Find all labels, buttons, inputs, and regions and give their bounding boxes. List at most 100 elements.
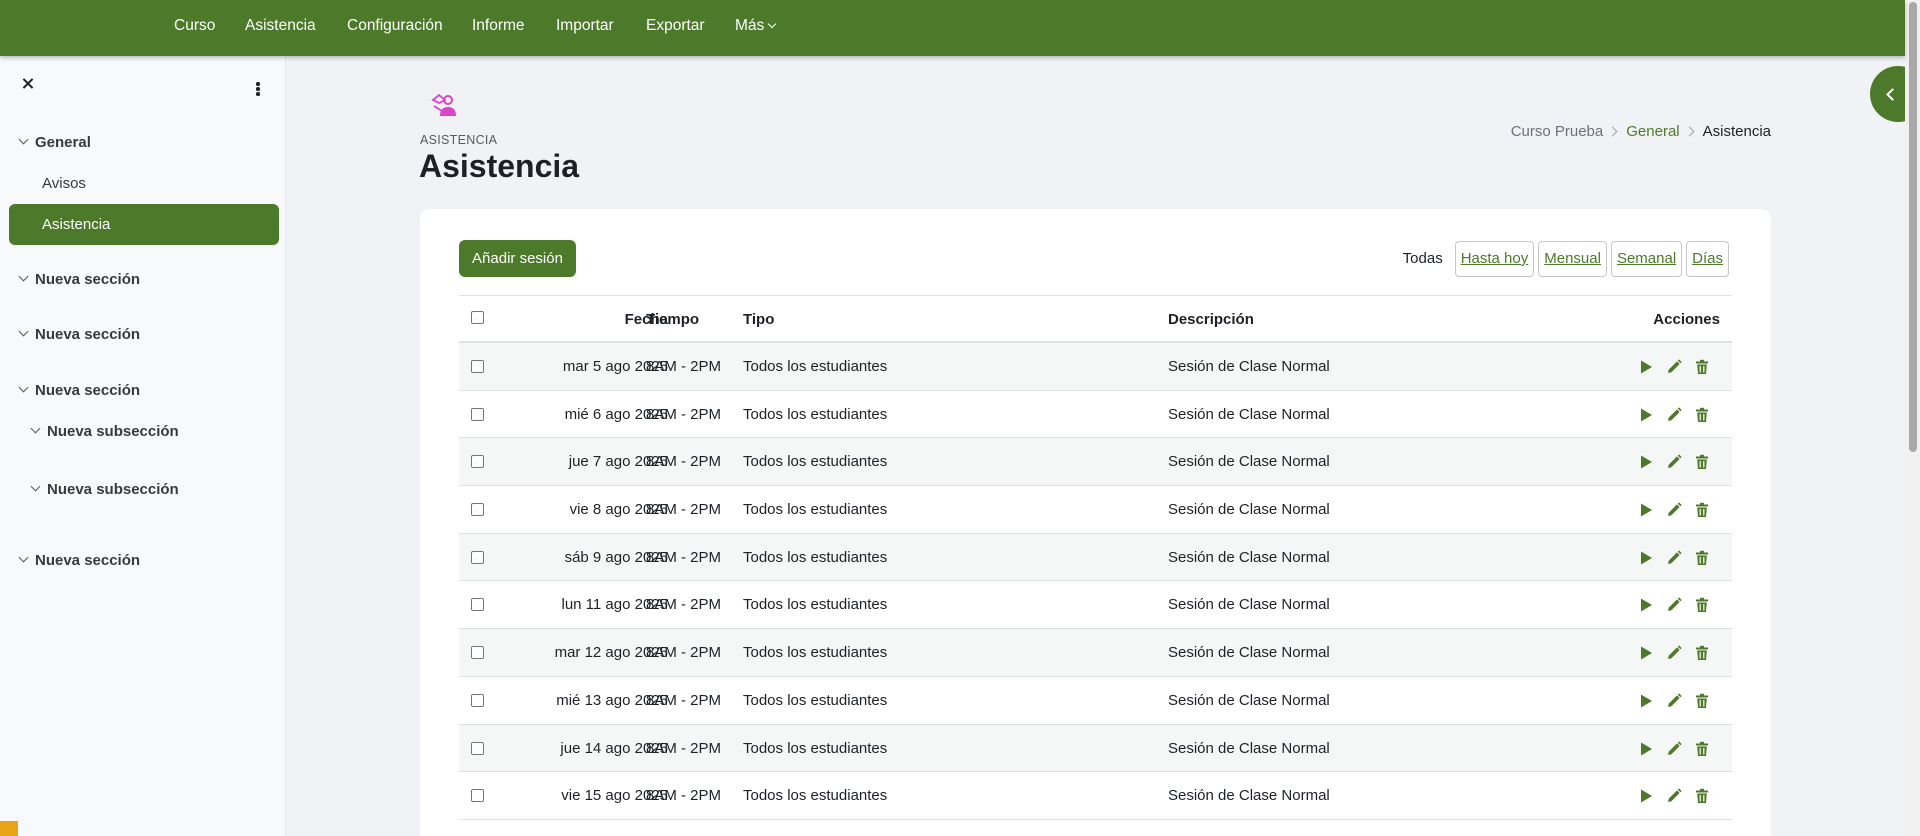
section-general[interactable]: General xyxy=(18,134,91,151)
subsection-2[interactable]: Nueva subsección xyxy=(30,481,179,498)
section-nueva-4[interactable]: Nueva sección xyxy=(18,552,141,569)
session-type: Todos los estudiantes xyxy=(743,548,888,566)
drawer-item-asistencia[interactable]: Asistencia xyxy=(9,204,279,245)
close-icon[interactable] xyxy=(20,76,36,92)
row-checkbox[interactable] xyxy=(471,550,484,564)
breadcrumb-section[interactable]: General xyxy=(1626,123,1679,140)
row-actions xyxy=(1638,407,1710,423)
row-checkbox[interactable] xyxy=(471,789,484,803)
breadcrumb-course[interactable]: Curso Prueba xyxy=(1511,123,1604,140)
chevron-down-icon xyxy=(30,423,41,434)
session-type: Todos los estudiantes xyxy=(743,691,888,709)
sessions-table: Fecha Tiempo Tipo Descripción Acciones m… xyxy=(459,295,1732,820)
pencil-icon[interactable] xyxy=(1666,597,1682,613)
session-time: 8AM - 2PM xyxy=(646,548,722,566)
col-description-header[interactable]: Descripción xyxy=(1168,296,1254,343)
row-checkbox[interactable] xyxy=(471,598,484,612)
session-type: Todos los estudiantes xyxy=(743,405,888,423)
play-icon[interactable] xyxy=(1638,502,1654,518)
pencil-icon[interactable] xyxy=(1666,740,1682,757)
add-session-button[interactable]: Añadir sesión xyxy=(459,240,576,277)
attendance-icon xyxy=(431,93,456,116)
play-icon[interactable] xyxy=(1638,454,1654,470)
col-type-header[interactable]: Tipo xyxy=(743,296,774,343)
play-icon[interactable] xyxy=(1638,407,1654,423)
trash-icon[interactable] xyxy=(1694,597,1710,613)
play-icon[interactable] xyxy=(1638,693,1654,709)
row-actions xyxy=(1638,693,1710,709)
session-time: 8AM - 2PM xyxy=(646,596,722,614)
top-navbar: Curso Asistencia Configuración Informe I… xyxy=(0,0,1905,56)
trash-icon[interactable] xyxy=(1694,407,1710,423)
chevron-left-icon xyxy=(1886,88,1899,101)
session-description: Sesión de Clase Normal xyxy=(1168,691,1330,709)
pencil-icon[interactable] xyxy=(1666,645,1682,661)
row-checkbox[interactable] xyxy=(471,741,484,755)
session-type: Todos los estudiantes xyxy=(743,596,888,614)
row-checkbox[interactable] xyxy=(471,646,484,660)
pencil-icon[interactable] xyxy=(1666,788,1682,804)
col-time-header[interactable]: Tiempo xyxy=(646,296,699,343)
kebab-menu-icon[interactable] xyxy=(255,82,261,96)
session-time: 8AM - 2PM xyxy=(646,453,722,471)
nav-informe[interactable]: Informe xyxy=(472,17,525,35)
session-description: Sesión de Clase Normal xyxy=(1168,787,1330,805)
row-actions xyxy=(1638,454,1710,470)
trash-icon[interactable] xyxy=(1694,454,1710,470)
session-type: Todos los estudiantes xyxy=(743,453,888,471)
page-title: Asistencia xyxy=(419,148,580,184)
subsection-1[interactable]: Nueva subsección xyxy=(30,423,179,440)
nav-more-menu[interactable]: Más xyxy=(735,17,777,35)
trash-icon[interactable] xyxy=(1694,645,1710,661)
subsection-label: Nueva subsección xyxy=(47,423,179,440)
play-icon[interactable] xyxy=(1638,788,1654,804)
section-nueva-3[interactable]: Nueva sección xyxy=(18,382,140,399)
section-nueva-1[interactable]: Nueva sección xyxy=(18,271,140,288)
pencil-icon[interactable] xyxy=(1666,502,1682,518)
section-label: Nueva sección xyxy=(35,552,141,569)
table-row: jue 7 ago 2025 8AM - 2PM Todos los estudia… xyxy=(459,438,1732,487)
nav-exportar[interactable]: Exportar xyxy=(646,17,705,35)
trash-icon[interactable] xyxy=(1694,788,1710,804)
nav-asistencia[interactable]: Asistencia xyxy=(245,17,316,35)
section-nueva-2[interactable]: Nueva sección xyxy=(18,326,140,343)
session-time: 8AM - 2PM xyxy=(646,501,722,519)
trash-icon[interactable] xyxy=(1694,502,1710,518)
play-icon[interactable] xyxy=(1638,359,1654,375)
play-icon[interactable] xyxy=(1638,597,1654,613)
row-checkbox[interactable] xyxy=(471,407,484,421)
trash-icon[interactable] xyxy=(1694,359,1710,375)
scrollbar-thumb[interactable] xyxy=(1909,2,1917,452)
pencil-icon[interactable] xyxy=(1666,454,1682,470)
play-icon[interactable] xyxy=(1638,741,1654,757)
pencil-icon[interactable] xyxy=(1666,550,1682,566)
trash-icon[interactable] xyxy=(1694,550,1710,566)
nav-importar[interactable]: Importar xyxy=(556,17,614,35)
filter-dias[interactable]: Días xyxy=(1686,240,1729,277)
row-checkbox[interactable] xyxy=(471,455,484,469)
pencil-icon[interactable] xyxy=(1666,693,1682,709)
chevron-right-icon xyxy=(1607,126,1618,137)
row-checkbox[interactable] xyxy=(471,693,484,707)
session-time: 8AM - 2PM xyxy=(646,358,722,375)
activity-kind-label: ASISTENCIA xyxy=(420,133,498,147)
play-icon[interactable] xyxy=(1638,645,1654,661)
select-all-checkbox[interactable] xyxy=(471,311,484,324)
filter-mensual[interactable]: Mensual xyxy=(1538,240,1607,277)
row-checkbox[interactable] xyxy=(471,503,484,517)
trash-icon[interactable] xyxy=(1694,741,1710,757)
pencil-icon[interactable] xyxy=(1666,407,1682,423)
row-checkbox[interactable] xyxy=(471,360,484,373)
play-icon[interactable] xyxy=(1638,550,1654,566)
table-row: mar 12 ago 2025 8AM - 2PM Todos los estudi… xyxy=(459,629,1732,677)
course-index-drawer: General Avisos Asistencia Nueva sección … xyxy=(0,56,286,836)
nav-configuracion[interactable]: Configuración xyxy=(347,17,443,35)
pencil-icon[interactable] xyxy=(1666,359,1682,375)
table-row: mié 13 ago 2025 8AM - 2PM Todos los estudi… xyxy=(459,677,1732,725)
nav-curso[interactable]: Curso xyxy=(174,17,215,35)
drawer-item-avisos[interactable]: Avisos xyxy=(42,175,86,192)
filter-semanal[interactable]: Semanal xyxy=(1610,240,1683,277)
session-filters: Todas Hasta hoy Mensual Semanal Días xyxy=(1403,240,1729,277)
trash-icon[interactable] xyxy=(1694,693,1710,709)
filter-hasta-hoy[interactable]: Hasta hoy xyxy=(1454,240,1535,277)
